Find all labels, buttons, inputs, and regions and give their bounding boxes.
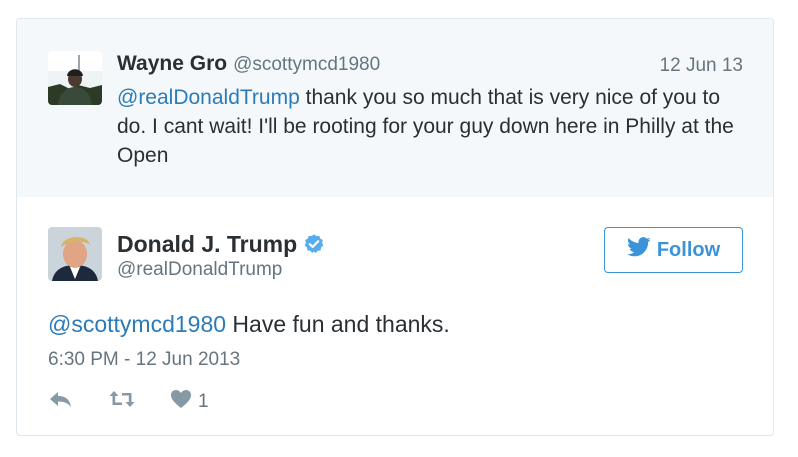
reply-header: Wayne Gro @scottymcd1980 [117,51,380,78]
tweet-mention-link[interactable]: @scottymcd1980 [48,311,226,337]
parent-tweet: Wayne Gro @scottymcd1980 12 Jun 13 @realD… [17,19,773,197]
reply-mention-link[interactable]: @realDonaldTrump [117,86,300,109]
follow-button[interactable]: Follow [604,227,743,273]
reply-text: @realDonaldTrump thank you so much that … [117,83,747,170]
reply-author-avatar[interactable] [48,51,102,105]
tweet-text: @scottymcd1980 Have fun and thanks. [48,311,450,338]
author-name[interactable]: Donald J. Trump [117,230,325,261]
author-handle[interactable]: @realDonaldTrump [117,259,282,281]
tweet-timestamp[interactable]: 6:30 PM - 12 Jun 2013 [48,349,240,371]
reply-button[interactable] [48,389,74,414]
reply-author-name[interactable]: Wayne Gro [117,52,227,75]
verified-badge-icon [303,233,325,261]
like-count: 1 [198,390,209,412]
like-button[interactable]: 1 [170,389,209,414]
heart-icon [170,389,192,414]
reply-icon [48,389,74,414]
embedded-tweet-card: Wayne Gro @scottymcd1980 12 Jun 13 @realD… [16,18,774,436]
tweet-actions: 1 [48,389,243,414]
main-tweet: Donald J. Trump @realDonaldTrump Follow … [17,197,773,435]
retweet-icon [108,389,136,414]
author-avatar[interactable] [48,227,102,281]
reply-author-handle[interactable]: @scottymcd1980 [233,54,380,75]
reply-date[interactable]: 12 Jun 13 [660,55,743,77]
follow-label[interactable]: Follow [657,239,720,262]
retweet-button[interactable] [108,389,136,414]
bird-icon [626,237,651,263]
author-name-text[interactable]: Donald J. Trump [117,231,297,257]
tweet-body: Have fun and thanks. [226,311,450,337]
